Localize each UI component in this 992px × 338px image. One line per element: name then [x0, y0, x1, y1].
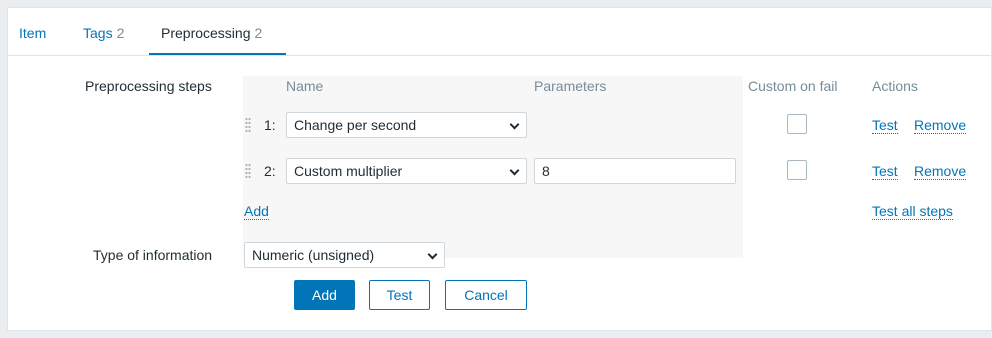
- header-actions: Actions: [872, 78, 918, 94]
- step-2-number: 2:: [264, 163, 276, 179]
- step-2-custom-on-fail-checkbox[interactable]: [787, 160, 807, 180]
- add-step-link[interactable]: Add: [244, 203, 269, 220]
- tab-preprocessing-label: Preprocessing: [161, 25, 251, 41]
- chevron-down-icon: [509, 119, 520, 130]
- step-1-test-link[interactable]: Test: [872, 117, 898, 134]
- step-2-type-value: Custom multiplier: [294, 163, 403, 179]
- active-tab-indicator: [149, 53, 286, 55]
- tab-tags[interactable]: Tags 2: [83, 25, 124, 41]
- step-1-type-value: Change per second: [294, 117, 417, 133]
- drag-handle-icon[interactable]: [245, 117, 251, 133]
- cancel-button[interactable]: Cancel: [445, 280, 527, 310]
- tab-item[interactable]: Item: [19, 25, 46, 41]
- step-2-parameter-input[interactable]: 8: [534, 158, 736, 184]
- chevron-down-icon: [509, 165, 520, 176]
- test-button[interactable]: Test: [369, 280, 430, 310]
- tab-item-label: Item: [19, 25, 47, 41]
- tab-preprocessing-count: 2: [254, 25, 263, 41]
- item-form-panel: Item Tags 2 Preprocessing 2 Preprocessing …: [7, 7, 992, 331]
- header-parameters: Parameters: [534, 78, 607, 94]
- step-2-remove-link[interactable]: Remove: [914, 163, 967, 180]
- tab-preprocessing[interactable]: Preprocessing 2: [161, 25, 262, 41]
- step-1-type-select[interactable]: Change per second: [286, 112, 527, 138]
- type-of-information-select[interactable]: Numeric (unsigned): [244, 242, 445, 268]
- tab-tags-count: 2: [116, 25, 125, 41]
- drag-handle-icon[interactable]: [245, 163, 251, 179]
- type-of-information-label: Type of information: [93, 247, 213, 263]
- header-name: Name: [286, 78, 324, 94]
- type-of-information-value: Numeric (unsigned): [252, 247, 375, 263]
- step-2-test-link[interactable]: Test: [872, 163, 898, 180]
- step-2-type-select[interactable]: Custom multiplier: [286, 158, 527, 184]
- chevron-down-icon: [427, 249, 438, 260]
- add-button[interactable]: Add: [294, 280, 355, 310]
- step-1-number: 1:: [264, 117, 276, 133]
- header-custom-on-fail: Custom on fail: [748, 78, 838, 94]
- preprocessing-steps-label: Preprocessing steps: [85, 78, 212, 94]
- tab-tags-label: Tags: [83, 25, 113, 41]
- test-all-steps-link[interactable]: Test all steps: [872, 203, 953, 220]
- step-1-custom-on-fail-checkbox[interactable]: [787, 114, 807, 134]
- step-1-remove-link[interactable]: Remove: [914, 117, 967, 134]
- tab-bar: Item Tags 2 Preprocessing 2: [8, 8, 991, 56]
